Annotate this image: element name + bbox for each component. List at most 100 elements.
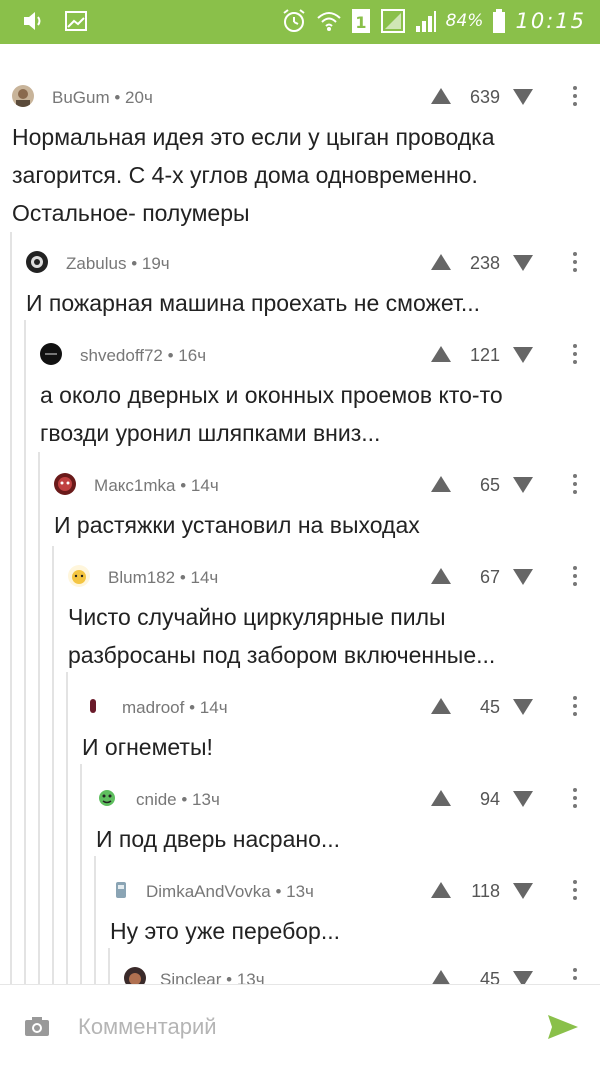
upvote-icon[interactable] xyxy=(430,567,452,585)
comment-header: Zabulus • 19ч 238 xyxy=(26,248,600,278)
avatar[interactable] xyxy=(124,967,146,984)
rating: 94 xyxy=(479,789,500,809)
rating: 639 xyxy=(469,87,500,107)
avatar[interactable] xyxy=(82,695,104,717)
avatar[interactable] xyxy=(40,343,62,365)
avatar[interactable] xyxy=(96,787,118,809)
rating: 65 xyxy=(479,475,500,495)
comment-line: гвозди уронил шляпками вниз... xyxy=(40,420,381,446)
comment-line: загорится. С 4-х углов дома одновременно… xyxy=(12,162,478,188)
downvote-icon[interactable] xyxy=(512,790,534,808)
comment-line: разбросаны под забором включенные... xyxy=(68,642,496,668)
more-icon[interactable] xyxy=(568,787,582,809)
gallery-icon xyxy=(64,10,88,32)
author-name[interactable]: DimkaAndVovka xyxy=(146,882,271,901)
comment-meta: BuGum • 20ч xyxy=(52,88,153,107)
author-name[interactable]: Sinclear xyxy=(160,970,221,984)
upvote-icon[interactable] xyxy=(430,345,452,363)
author-name[interactable]: madroof xyxy=(122,698,184,717)
comment-line: Остальное- полумеры xyxy=(12,200,250,226)
comment-meta: Макс1mka • 14ч xyxy=(94,476,219,495)
avatar[interactable] xyxy=(68,565,90,587)
upvote-icon[interactable] xyxy=(430,881,452,899)
comment-header: madroof • 14ч 45 xyxy=(82,692,600,722)
comment-text: И пожарная машина проехать не сможет... xyxy=(26,284,560,322)
comment-meta: Blum182 • 14ч xyxy=(108,568,219,587)
thread-line xyxy=(10,232,12,984)
comment-time: 13ч xyxy=(192,790,220,809)
comment-time: 16ч xyxy=(178,346,207,365)
comment-line: Ну это уже перебор... xyxy=(110,918,341,944)
author-name[interactable]: cnide xyxy=(136,790,177,809)
comment-text: а около дверных и оконных проемов кто-то… xyxy=(40,376,560,452)
thread-line xyxy=(52,546,54,984)
thread-line xyxy=(38,452,40,984)
upvote-icon[interactable] xyxy=(430,87,452,105)
author-name[interactable]: Zabulus xyxy=(66,254,126,273)
comment-header: shvedoff72 • 16ч 121 xyxy=(40,340,600,370)
comment-line: Нормальная идея это если у цыган проводк… xyxy=(12,124,495,150)
comment-text: И огнеметы! xyxy=(82,728,560,766)
comment: shvedoff72 • 16ч 121 а около дверных и о… xyxy=(40,340,600,460)
downvote-icon[interactable] xyxy=(512,346,534,364)
comment-meta: cnide • 13ч xyxy=(136,790,220,809)
comment-header: cnide • 13ч 94 xyxy=(96,784,600,814)
comment-meta: shvedoff72 • 16ч xyxy=(80,346,207,365)
upvote-icon[interactable] xyxy=(430,475,452,493)
comment-meta: Sinclear • 13ч xyxy=(160,970,265,984)
rating: 67 xyxy=(479,567,500,587)
comment-meta: DimkaAndVovka • 13ч xyxy=(146,882,314,901)
comment-line: а около дверных и оконных проемов кто-то xyxy=(40,382,503,408)
more-icon[interactable] xyxy=(568,879,582,901)
more-icon[interactable] xyxy=(568,343,582,365)
comment-meta: madroof • 14ч xyxy=(122,698,228,717)
status-bar: 1 84% 10:15 xyxy=(0,0,600,44)
comment-time: 14ч xyxy=(190,568,219,587)
avatar[interactable] xyxy=(26,251,48,273)
downvote-icon[interactable] xyxy=(512,970,534,984)
thread-line xyxy=(80,764,82,984)
rating: 45 xyxy=(479,697,500,717)
author-name[interactable]: Макс1mka xyxy=(94,476,176,495)
comment-header: DimkaAndVovka • 13ч 118 xyxy=(110,876,600,906)
comment: BuGum • 20ч 639 Нормальная идея это если… xyxy=(12,82,600,272)
camera-icon[interactable] xyxy=(24,1015,50,1037)
comment-time: 19ч xyxy=(141,254,170,273)
downvote-icon[interactable] xyxy=(512,88,534,106)
author-name[interactable]: BuGum xyxy=(52,88,110,107)
upvote-icon[interactable] xyxy=(430,697,452,715)
more-icon[interactable] xyxy=(568,565,582,587)
author-name[interactable]: shvedoff72 xyxy=(80,346,163,365)
rating: 45 xyxy=(479,969,500,984)
comment-line: И под дверь насрано... xyxy=(96,826,341,852)
comment-header: Sinclear • 13ч 45 xyxy=(124,964,600,984)
send-icon[interactable] xyxy=(546,1013,580,1041)
downvote-icon[interactable] xyxy=(512,882,534,900)
upvote-icon[interactable] xyxy=(430,789,452,807)
signal-strength-icon xyxy=(415,8,437,34)
avatar[interactable] xyxy=(54,473,76,495)
more-icon[interactable] xyxy=(568,251,582,273)
comment-time: 13ч xyxy=(236,970,265,984)
comment-text: Чисто случайно циркулярные пилы разброса… xyxy=(68,598,560,674)
comment-header: BuGum • 20ч 639 xyxy=(12,82,600,112)
more-icon[interactable] xyxy=(568,967,582,984)
downvote-icon[interactable] xyxy=(512,254,534,272)
more-icon[interactable] xyxy=(568,473,582,495)
more-icon[interactable] xyxy=(568,85,582,107)
comment-line: И пожарная машина проехать не сможет... xyxy=(26,290,481,316)
comment-input[interactable] xyxy=(78,1007,518,1047)
upvote-icon[interactable] xyxy=(430,969,452,984)
rating: 118 xyxy=(471,881,500,901)
comment: Sinclear • 13ч 45 xyxy=(124,964,600,984)
upvote-icon[interactable] xyxy=(430,253,452,271)
avatar[interactable] xyxy=(110,879,132,901)
more-icon[interactable] xyxy=(568,695,582,717)
downvote-icon[interactable] xyxy=(512,568,534,586)
downvote-icon[interactable] xyxy=(512,698,534,716)
avatar[interactable] xyxy=(12,85,34,107)
author-name[interactable]: Blum182 xyxy=(108,568,175,587)
downvote-icon[interactable] xyxy=(512,476,534,494)
comment: Zabulus • 19ч 238 И пожарная машина прое… xyxy=(26,248,600,328)
comment-time: 14ч xyxy=(199,698,228,717)
